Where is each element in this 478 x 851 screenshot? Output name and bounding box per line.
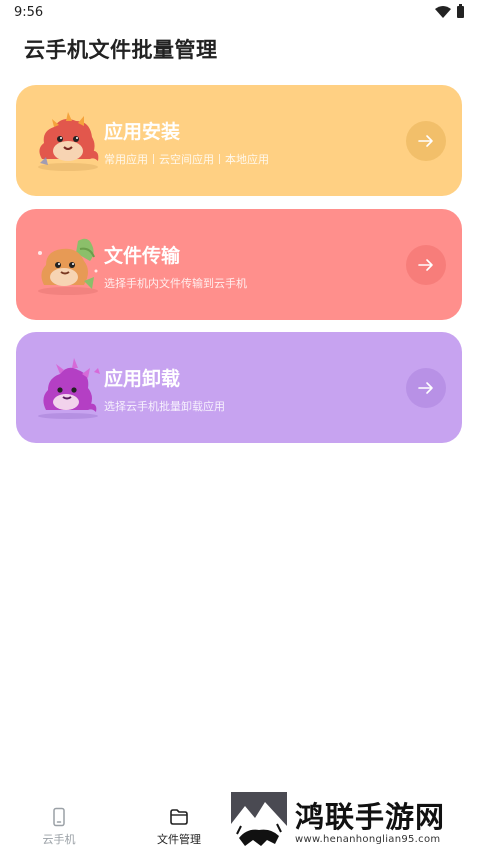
card-subtitle: 选择云手机批量卸载应用 — [104, 400, 225, 413]
card-title: 文件传输 — [104, 245, 181, 267]
watermark-title: 鸿联手游网 — [295, 800, 446, 834]
watermark-url: www.henanhonglian95.com — [295, 834, 441, 845]
battery-icon — [457, 4, 464, 18]
phone-icon — [53, 807, 65, 827]
app-install-card[interactable]: 应用安装 常用应用 云空间应用 本地应用 — [16, 85, 462, 196]
arrow-right-icon — [418, 382, 433, 394]
nav-item-cloud-phone[interactable]: 云手机 — [14, 807, 104, 847]
local-apps-label: 本地应用 — [225, 153, 269, 166]
arrow-button[interactable] — [406, 245, 446, 285]
arrow-button[interactable] — [406, 368, 446, 408]
status-bar: 9:56 — [0, 0, 478, 24]
status-icons — [435, 4, 464, 18]
divider — [153, 154, 154, 164]
common-apps-label: 常用应用 — [104, 153, 148, 166]
file-transfer-card[interactable]: 文件传输 选择手机内文件传输到云手机 — [16, 209, 462, 320]
page-title: 云手机文件批量管理 — [24, 38, 218, 62]
app-uninstall-card[interactable]: 应用卸载 选择云手机批量卸载应用 — [16, 332, 462, 443]
dragon-mascot-red-icon — [38, 112, 99, 171]
folder-icon — [170, 809, 188, 825]
card-subtitle: 常用应用 云空间应用 本地应用 — [104, 151, 269, 167]
nav-label: 文件管理 — [157, 833, 201, 846]
cloud-apps-label: 云空间应用 — [159, 153, 214, 166]
dragon-mascot-purple-icon — [38, 358, 100, 419]
arrow-right-icon — [418, 259, 433, 271]
divider — [219, 154, 220, 164]
watermark: 鸿联手游网 www.henanhonglian95.com — [231, 792, 478, 851]
dragon-mascot-orange-icon — [38, 238, 98, 295]
arrow-button[interactable] — [406, 121, 446, 161]
status-time: 9:56 — [14, 5, 44, 20]
watermark-logo-icon — [231, 792, 287, 849]
card-subtitle: 选择手机内文件传输到云手机 — [104, 277, 247, 290]
nav-item-file-manager[interactable]: 文件管理 — [134, 807, 224, 847]
arrow-right-icon — [418, 135, 433, 147]
card-title: 应用卸载 — [104, 368, 181, 390]
nav-label: 云手机 — [42, 833, 76, 846]
wifi-icon — [435, 6, 451, 18]
card-title: 应用安装 — [104, 121, 181, 143]
